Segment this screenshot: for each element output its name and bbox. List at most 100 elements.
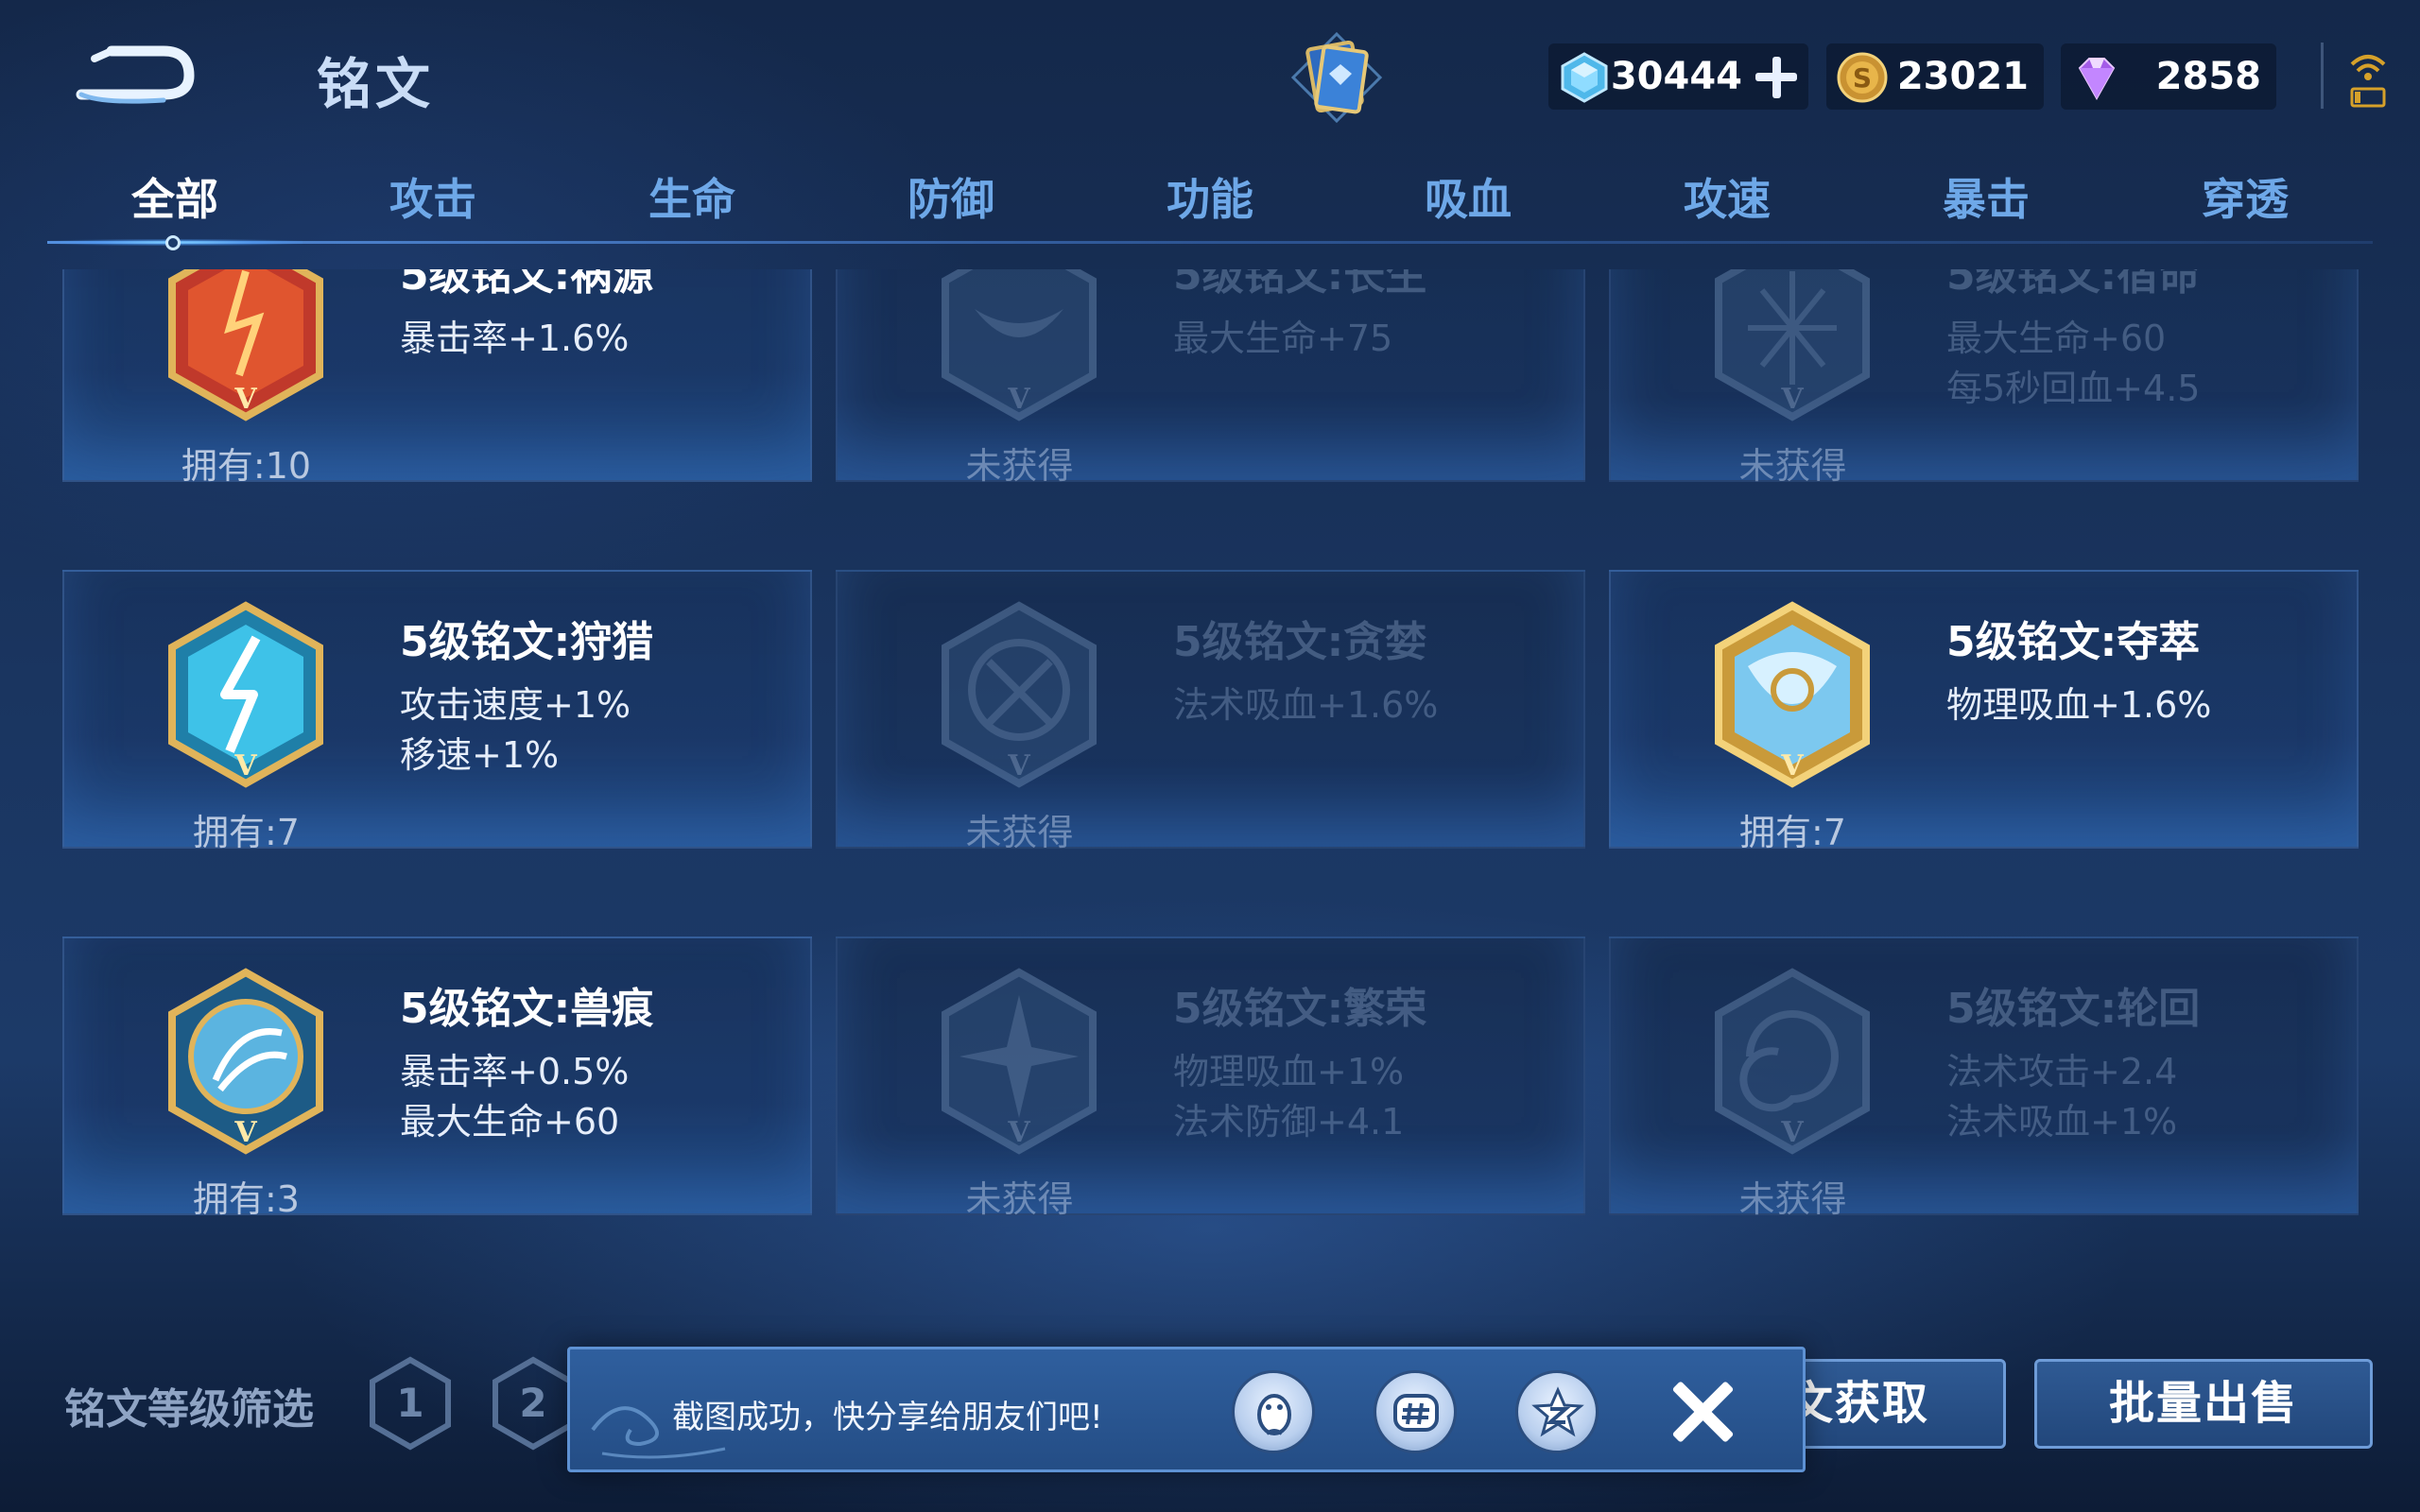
rune-hex-icon: V (1715, 269, 1870, 421)
rune-grid: V 5级铭文:祸源 暴击率+1.6% 拥有:10 V 5级铭文:长生 最大生命+… (62, 269, 2360, 1252)
rune-name: 5级铭文:兽痕 (400, 985, 654, 1033)
toast-message: 截图成功，快分享给朋友们吧! (672, 1399, 1103, 1436)
tab-lifesteal[interactable]: 吸血 (1374, 165, 1563, 228)
rune-hex-icon: V (1715, 601, 1870, 788)
rune-stat: 最大生命+60 (400, 1101, 620, 1143)
rune-stat: 最大生命+75 (1173, 318, 1393, 359)
rune-stat: 法术吸血+1% (1946, 1101, 2178, 1143)
add-diamond-button[interactable] (1752, 53, 1799, 100)
header-bar: 铭文 30444 S 23021 2858 (0, 0, 2420, 161)
share-toast: 截图成功，快分享给朋友们吧! (567, 1347, 1806, 1472)
tab-underline (47, 241, 2373, 244)
rune-stat: 法术吸血+1.6% (1173, 684, 1439, 726)
rune-card[interactable]: V 5级铭文:繁荣 物理吸血+1% 法术防御+4.1 未获得 (836, 936, 1585, 1220)
header-divider (2321, 43, 2324, 109)
rune-stat: 暴击率+1.6% (400, 318, 630, 359)
diamond-currency: 30444 (1548, 43, 1808, 110)
rune-stat: 攻击速度+1% (400, 684, 631, 726)
share-qq-button[interactable] (1232, 1370, 1315, 1453)
rune-name: 5级铭文:贪婪 (1173, 618, 1427, 666)
rune-book-icon[interactable] (1286, 30, 1388, 125)
level-filter-label: 铭文等级筛选 (64, 1385, 314, 1434)
rune-hex-icon: V (168, 968, 323, 1155)
svg-text:S: S (1853, 62, 1872, 94)
rune-name: 5级铭文:轮回 (1946, 985, 2201, 1033)
rune-name: 5级铭文:祸源 (400, 269, 654, 300)
share-moments-button[interactable] (1374, 1370, 1457, 1453)
tab-all[interactable]: 全部 (80, 165, 269, 228)
wifi-icon (2346, 47, 2390, 110)
svg-text:V: V (1007, 383, 1030, 416)
rune-stat: 物理吸血+1.6% (1946, 684, 2212, 726)
rune-owned-count: 拥有:3 (193, 1178, 300, 1220)
category-tabs: 全部 攻击 生命 防御 功能 吸血 攻速 暴击 穿透 (0, 165, 2420, 250)
tab-active-dot (165, 235, 181, 250)
rune-card[interactable]: V 5级铭文:兽痕 暴击率+0.5% 最大生命+60 拥有:3 (62, 936, 812, 1220)
gold-amount: 23021 (1896, 55, 2029, 98)
share-qzone-button[interactable] (1515, 1370, 1599, 1453)
tab-attack-speed[interactable]: 攻速 (1633, 165, 1822, 228)
svg-text:V: V (1007, 1116, 1030, 1149)
svg-text:V: V (1007, 749, 1030, 782)
rune-name: 5级铭文:狩猎 (400, 618, 654, 666)
rune-owned-count: 拥有:7 (193, 812, 300, 853)
gem-amount: 2858 (2155, 55, 2261, 98)
qzone-star-icon (1531, 1386, 1584, 1437)
rune-stat: 移速+1% (400, 734, 560, 776)
level-filter-1-label: 1 (396, 1380, 424, 1426)
svg-text:V: V (233, 383, 257, 416)
gem-currency: 2858 (2061, 43, 2276, 110)
rune-card[interactable]: V 5级铭文:轮回 法术攻击+2.4 法术吸血+1% 未获得 (1609, 936, 2359, 1220)
rune-stat: 最大生命+60 (1946, 318, 2167, 359)
tab-function[interactable]: 功能 (1115, 165, 1305, 228)
rune-card[interactable]: V 5级铭文:祸源 暴击率+1.6% 拥有:10 (62, 269, 812, 487)
level-filter-2-label: 2 (519, 1380, 546, 1426)
level-filter-2[interactable]: 2 (492, 1356, 575, 1451)
rune-name: 5级铭文:夺萃 (1946, 618, 2201, 666)
rune-hex-icon: V (1715, 968, 1870, 1155)
purple-gem-icon (2078, 58, 2116, 101)
rune-card[interactable]: V 5级铭文:夺萃 物理吸血+1.6% 拥有:7 (1609, 570, 2359, 853)
rune-hex-icon: V (942, 601, 1097, 788)
qq-penguin-icon (1257, 1394, 1291, 1435)
svg-text:V: V (1780, 383, 1804, 416)
rune-hex-icon: V (942, 269, 1097, 421)
svg-text:V: V (1780, 749, 1804, 782)
diamond-amount: 30444 (1610, 55, 1742, 98)
gold-coin-icon: S (1837, 52, 1888, 103)
tab-defense[interactable]: 防御 (856, 165, 1046, 228)
diamond-icon (1561, 52, 1608, 103)
svg-text:V: V (233, 749, 257, 782)
back-button[interactable] (74, 38, 201, 109)
batch-sell-button[interactable]: 批量出售 (2034, 1359, 2373, 1449)
page-title: 铭文 (317, 52, 435, 116)
rune-hex-icon: V (942, 968, 1097, 1155)
back-arrow-icon (76, 45, 195, 104)
rune-owned-count: 拥有:7 (1739, 812, 1846, 853)
tab-penetration[interactable]: 穿透 (2151, 165, 2340, 228)
rune-stat: 法术攻击+2.4 (1946, 1051, 2178, 1092)
close-icon[interactable] (1667, 1376, 1738, 1448)
rune-card[interactable]: V 5级铭文:宿命 最大生命+60 每5秒回血+4.5 未获得 (1609, 269, 2359, 487)
rune-stat: 暴击率+0.5% (400, 1051, 630, 1092)
tab-health[interactable]: 生命 (597, 165, 786, 228)
rune-card[interactable]: V 5级铭文:贪婪 法术吸血+1.6% 未获得 (836, 570, 1585, 853)
rune-hex-icon: V (168, 269, 323, 421)
rune-name: 5级铭文:繁荣 (1173, 985, 1427, 1033)
tab-crit[interactable]: 暴击 (1892, 165, 2081, 228)
svg-text:V: V (1780, 1116, 1804, 1149)
rune-owned-count: 未获得 (965, 812, 1074, 853)
rune-owned-count: 未获得 (1738, 445, 1847, 487)
rune-owned-count: 拥有:10 (181, 445, 312, 487)
rune-name: 5级铭文:宿命 (1946, 269, 2201, 300)
tab-attack[interactable]: 攻击 (338, 165, 527, 228)
rune-stat: 法术防御+4.1 (1173, 1101, 1405, 1143)
rune-owned-count: 未获得 (965, 445, 1074, 487)
rune-owned-count: 未获得 (965, 1178, 1074, 1220)
moments-icon (1393, 1394, 1439, 1432)
rune-name: 5级铭文:长生 (1173, 269, 1427, 300)
gold-currency: S 23021 (1826, 43, 2044, 110)
rune-card[interactable]: V 5级铭文:狩猎 攻击速度+1% 移速+1% 拥有:7 (62, 570, 812, 853)
rune-card[interactable]: V 5级铭文:长生 最大生命+75 未获得 (836, 269, 1585, 487)
level-filter-1[interactable]: 1 (369, 1356, 452, 1451)
